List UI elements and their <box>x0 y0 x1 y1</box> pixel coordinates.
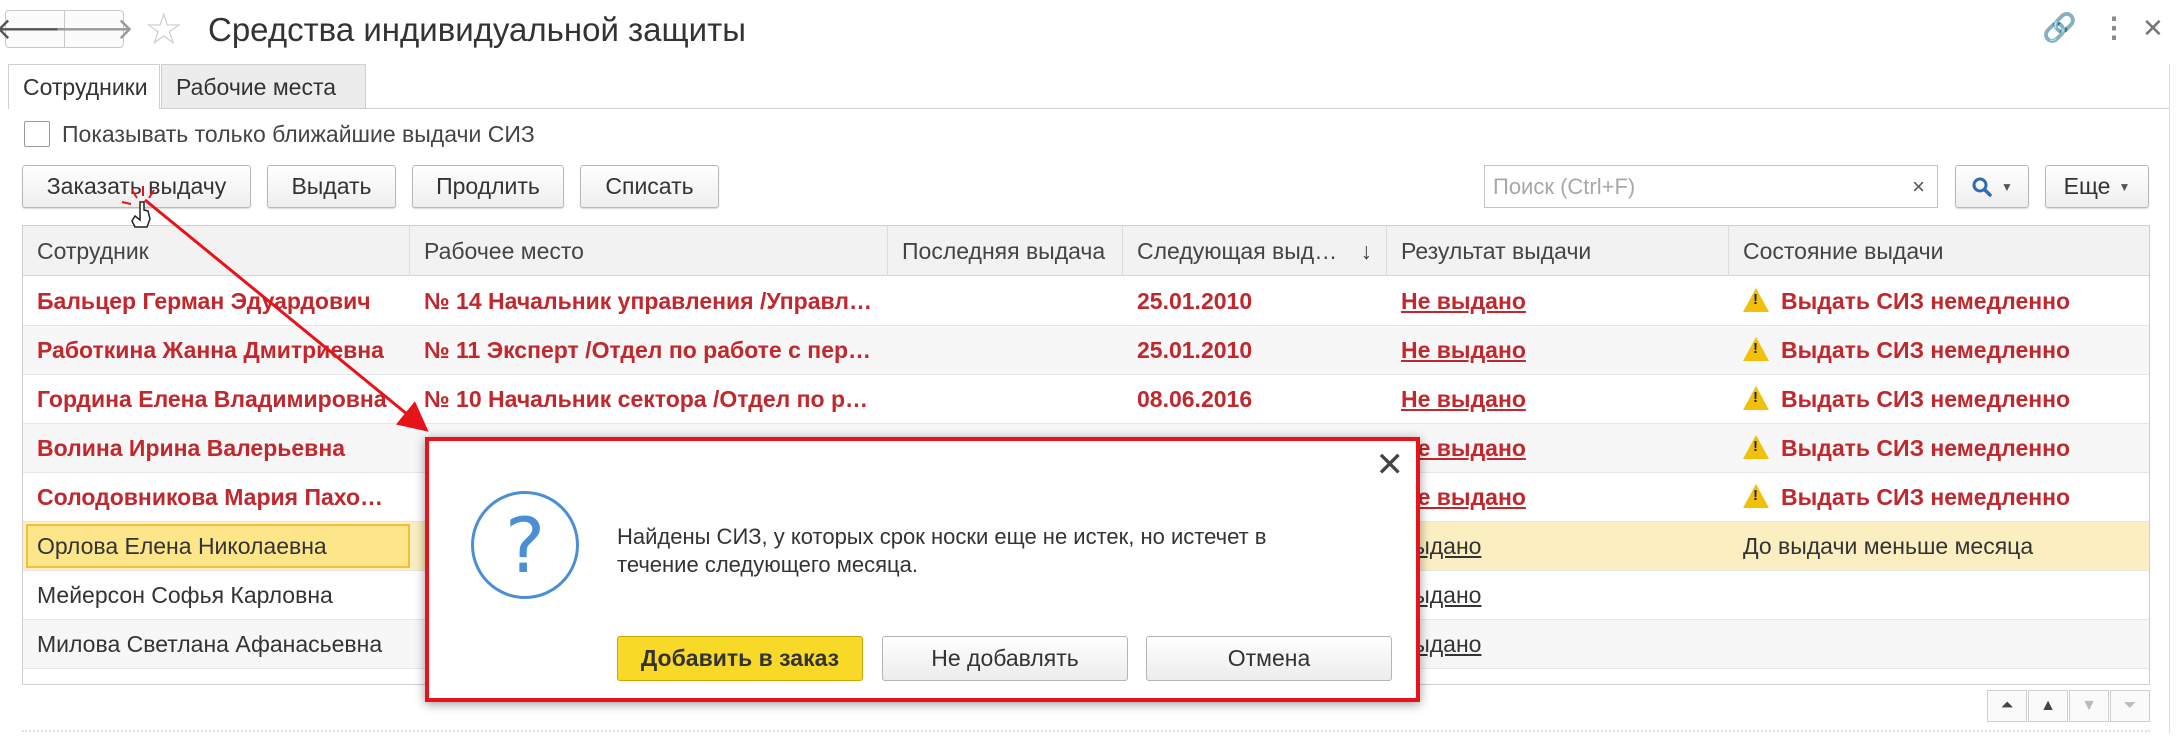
tab-divider <box>160 108 2170 109</box>
table-header: Сотрудник Рабочее место Последняя выдача… <box>23 226 2149 276</box>
tab-employees[interactable]: Сотрудники <box>8 64 160 109</box>
writeoff-button[interactable]: Списать <box>580 165 719 208</box>
cell-workplace: № 10 Начальник сектора /Отдел по р… <box>424 386 869 412</box>
page-title: Средства индивидуальной защиты <box>208 11 746 48</box>
search-input[interactable]: Поиск (Ctrl+F) <box>1484 165 1904 208</box>
cell-state-text: Выдать СИЗ немедленно <box>1781 386 2071 412</box>
search-icon <box>1972 177 1992 197</box>
close-icon[interactable]: ✕ <box>2142 10 2164 46</box>
cell-next-issue: 08.06.2016 <box>1137 386 1253 412</box>
cell-result[interactable]: Не выдано <box>1387 473 1729 521</box>
cell-last-issue <box>888 277 1123 325</box>
last-page-button[interactable]: ⏷ <box>2110 690 2150 722</box>
cell-state-text: Выдать СИЗ немедленно <box>1781 337 2071 363</box>
cell-state-text: Выдать СИЗ немедленно <box>1781 435 2071 461</box>
warning-mark: ! <box>1753 437 1758 455</box>
column-header-state[interactable]: Состояние выдачи <box>1729 226 2149 276</box>
extend-button[interactable]: Продлить <box>412 165 564 208</box>
cell-state-text: Выдать СИЗ немедленно <box>1781 484 2071 510</box>
column-header-last-issue[interactable]: Последняя выдача <box>888 226 1123 276</box>
add-to-order-button[interactable]: Добавить в заказ <box>617 636 863 681</box>
warning-icon: ! <box>1743 385 1769 410</box>
cell-result[interactable]: Не выдано <box>1387 326 1729 374</box>
search-clear-button[interactable]: × <box>1900 165 1938 208</box>
table-row[interactable]: Работкина Жанна Дмитриевна № 11 Эксперт /… <box>23 326 2149 375</box>
cell-result[interactable]: выдано <box>1387 571 1729 619</box>
bottom-divider <box>22 730 2150 732</box>
cell-employee: Мейерсон Софья Карловна <box>37 582 333 608</box>
first-page-button[interactable]: ⏶ <box>1987 690 2027 722</box>
column-header-workplace[interactable]: Рабочее место <box>410 226 888 276</box>
cell-employee: Бальцер Герман Эдуардович <box>37 288 371 314</box>
chevron-down-icon: ▼ <box>2001 179 2013 194</box>
warning-mark: ! <box>1753 290 1758 308</box>
cell-workplace: № 11 Эксперт /Отдел по работе с пер… <box>424 337 872 363</box>
column-header-next-issue[interactable]: Следующая выд… ↓ <box>1123 226 1387 276</box>
dont-add-button[interactable]: Не добавлять <box>882 636 1128 681</box>
cell-state-text: Выдать СИЗ немедленно <box>1781 288 2071 314</box>
title-bar: 🡐 🡒 ☆ Средства индивидуальной защиты 🔗 ⋮… <box>0 0 2178 60</box>
cell-next-issue: 25.01.2010 <box>1137 337 1253 363</box>
star-icon[interactable]: ☆ <box>144 4 183 56</box>
cell-employee: Волина Ирина Валерьевна <box>37 435 346 461</box>
column-header-employee[interactable]: Сотрудник <box>23 226 410 276</box>
panel-border <box>2169 64 2170 734</box>
cell-state: ! Выдать СИЗ немедленно <box>1729 277 2149 325</box>
dialog-close-icon[interactable]: ✕ <box>1376 447 1405 483</box>
cell-state: ! Выдать СИЗ немедленно <box>1729 424 2149 472</box>
cell-state <box>1729 620 2149 668</box>
sort-desc-icon: ↓ <box>1360 238 1373 264</box>
tab-workplaces[interactable]: Рабочие места <box>161 64 366 109</box>
more-label: Еще <box>2063 173 2111 199</box>
warning-icon: ! <box>1743 336 1769 361</box>
prev-page-button[interactable]: ▲ <box>2028 690 2068 722</box>
search-button[interactable]: ▼ <box>1955 165 2029 208</box>
warning-mark: ! <box>1753 486 1758 504</box>
cell-result[interactable]: Не выдано <box>1387 424 1729 472</box>
warning-icon: ! <box>1743 434 1769 459</box>
cell-result[interactable]: Не выдано <box>1387 277 1729 325</box>
issue-button[interactable]: Выдать <box>267 165 396 208</box>
cell-state <box>1729 571 2149 619</box>
cell-employee: Орлова Елена Николаевна <box>37 533 327 559</box>
column-header-next-issue-label: Следующая выд… <box>1137 238 1338 264</box>
cell-state: ! Выдать СИЗ немедленно <box>1729 326 2149 374</box>
nearest-issues-checkbox[interactable] <box>24 121 50 147</box>
warning-mark: ! <box>1753 388 1758 406</box>
confirm-dialog: ✕ ? Найдены СИЗ, у которых срок носки ещ… <box>425 437 1420 702</box>
link-icon[interactable]: 🔗 <box>2042 10 2077 46</box>
warning-icon: ! <box>1743 287 1769 312</box>
column-header-result[interactable]: Результат выдачи <box>1387 226 1729 276</box>
cell-result[interactable]: выдано <box>1387 522 1729 570</box>
cell-employee: Милова Светлана Афанасьевна <box>37 631 383 657</box>
warning-icon: ! <box>1743 483 1769 508</box>
forward-button[interactable]: 🡒 <box>54 10 134 48</box>
dialog-message: Найдены СИЗ, у которых срок носки еще не… <box>617 524 1267 577</box>
cell-last-issue <box>888 375 1123 423</box>
cancel-button[interactable]: Отмена <box>1146 636 1392 681</box>
more-button[interactable]: Еще ▼ <box>2045 165 2149 208</box>
arrow-right-icon: 🡒 <box>53 13 135 46</box>
nearest-issues-label[interactable]: Показывать только ближайшие выдачи СИЗ <box>62 118 535 150</box>
warning-mark: ! <box>1753 339 1758 357</box>
cell-employee: Работкина Жанна Дмитриевна <box>37 337 384 363</box>
table-row[interactable]: Гордина Елена Владимировна № 10 Начальник… <box>23 375 2149 424</box>
cell-state: ! Выдать СИЗ немедленно <box>1729 473 2149 521</box>
cell-last-issue <box>888 326 1123 374</box>
cell-result[interactable]: Не выдано <box>1387 375 1729 423</box>
chevron-down-icon: ▼ <box>2118 179 2131 194</box>
cell-next-issue: 25.01.2010 <box>1137 288 1253 314</box>
cell-workplace: № 14 Начальник управления /Управл… <box>424 288 872 314</box>
cell-employee: Гордина Елена Владимировна <box>37 386 387 412</box>
kebab-icon[interactable]: ⋮ <box>2100 10 2128 46</box>
table-row[interactable]: Бальцер Герман Эдуардович № 14 Начальник … <box>23 277 2149 326</box>
next-page-button[interactable]: ▼ <box>2069 690 2109 722</box>
question-icon: ? <box>471 491 579 599</box>
cell-result[interactable]: выдано <box>1387 620 1729 668</box>
cell-employee: Солодовникова Мария Пахо… <box>37 484 384 510</box>
order-issue-button[interactable]: Заказать выдачу <box>22 165 251 208</box>
cell-state: До выдачи меньше месяца <box>1743 533 2034 559</box>
cell-state: ! Выдать СИЗ немедленно <box>1729 375 2149 423</box>
